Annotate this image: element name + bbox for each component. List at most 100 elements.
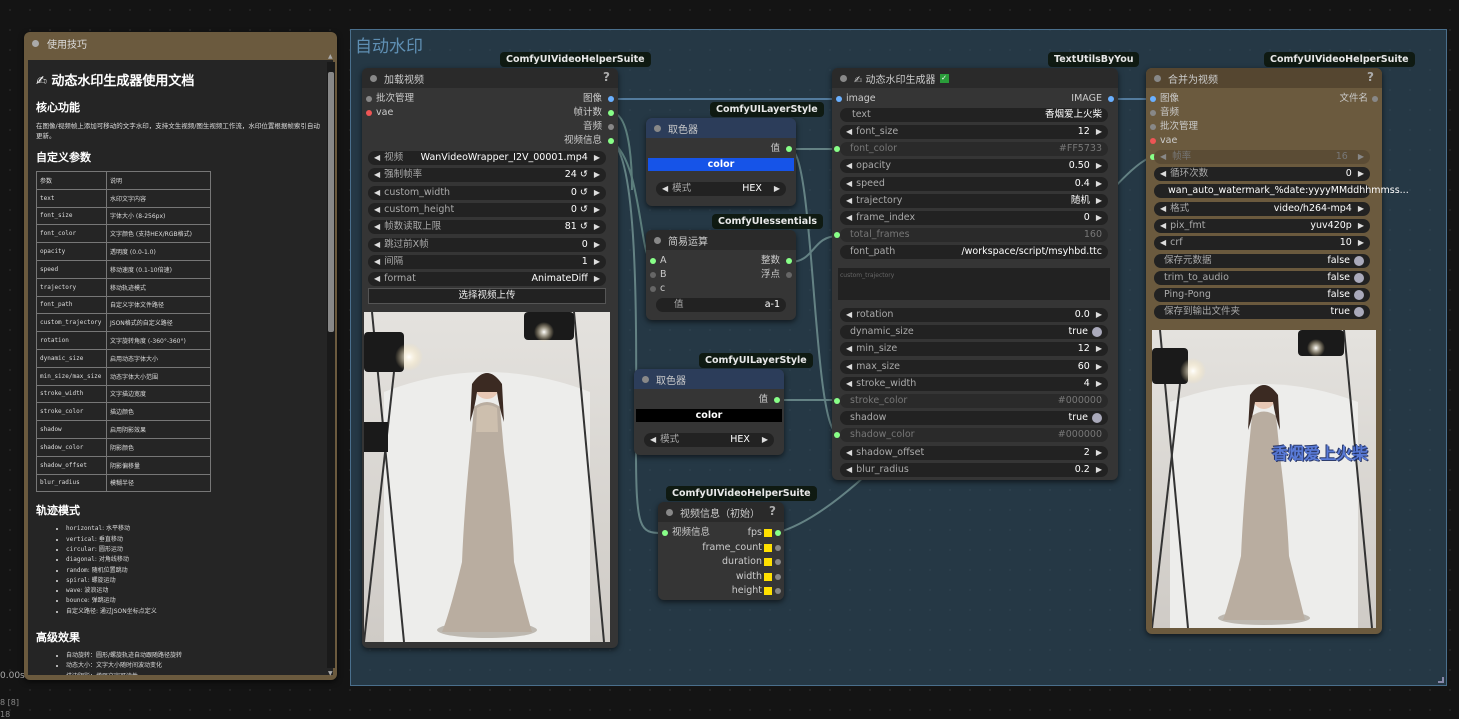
- arrow-right-icon[interactable]: ▶: [1096, 342, 1102, 356]
- arrow-left-icon[interactable]: ◀: [1160, 150, 1166, 164]
- arrow-left-icon[interactable]: ◀: [374, 151, 380, 165]
- arrow-right-icon[interactable]: ▶: [594, 272, 600, 286]
- node-collapse-dot[interactable]: [654, 236, 661, 244]
- mode-select[interactable]: ◀ 模式 HEX ▶: [656, 182, 786, 196]
- output-port[interactable]: [775, 544, 781, 551]
- arrow-left-icon[interactable]: ◀: [374, 168, 380, 182]
- arrow-right-icon[interactable]: ▶: [1096, 125, 1102, 139]
- usage-tips-node[interactable]: 使用技巧 ✍ 动态水印生成器使用文档 核心功能 在图像/视频帧上添加可移动的文字…: [24, 32, 337, 680]
- widget-widgets_b-9[interactable]: ◀ blur_radius 0.2 ▶: [840, 462, 1108, 477]
- arrow-right-icon[interactable]: ▶: [1096, 446, 1102, 460]
- arrow-left-icon[interactable]: ◀: [374, 220, 380, 234]
- arrow-left-icon[interactable]: ◀: [1160, 202, 1166, 216]
- image-output-port[interactable]: [1108, 96, 1114, 102]
- output-port[interactable]: [608, 124, 614, 130]
- output-port[interactable]: [775, 588, 781, 594]
- output-port[interactable]: [608, 110, 614, 116]
- widget-input-port[interactable]: [834, 146, 840, 153]
- arrow-left-icon[interactable]: ◀: [846, 211, 852, 225]
- toggle-icon[interactable]: [1354, 255, 1364, 266]
- widget-5[interactable]: 保存元数据 false: [1154, 253, 1370, 268]
- help-icon[interactable]: ?: [603, 70, 610, 84]
- toggle-icon[interactable]: [1092, 327, 1102, 338]
- input-port[interactable]: [1150, 110, 1156, 116]
- widget-widgets_b-1[interactable]: dynamic_size true: [840, 325, 1108, 340]
- arrow-left-icon[interactable]: ◀: [374, 238, 380, 252]
- scroll-up-icon[interactable]: ▲: [328, 53, 333, 60]
- expression-field[interactable]: 值 a-1: [656, 298, 786, 312]
- widget-5[interactable]: ◀ 跳过前X帧 0 ▶: [368, 237, 606, 252]
- custom-trajectory-textarea[interactable]: custom_trajectory: [838, 268, 1110, 300]
- widget-widgets_b-8[interactable]: ◀ shadow_offset 2 ▶: [840, 445, 1108, 460]
- arrow-left-icon[interactable]: ◀: [846, 463, 852, 477]
- filename-output-port[interactable]: [1372, 96, 1378, 102]
- node-collapse-dot[interactable]: [840, 74, 847, 82]
- widget-2[interactable]: ◀ 格式 video/h264-mp4 ▶: [1154, 201, 1370, 216]
- arrow-left-icon[interactable]: ◀: [846, 177, 852, 191]
- arrow-right-icon[interactable]: ▶: [1358, 219, 1364, 233]
- widget-1[interactable]: wan_auto_watermark_%date:yyyyMMddhhmmss.…: [1154, 184, 1409, 199]
- widget-widgets_a-5[interactable]: ◀ frame_index 0 ▶: [840, 211, 1108, 225]
- widget-0[interactable]: ◀ 循环次数 0 ▶: [1154, 167, 1370, 181]
- node-collapse-dot[interactable]: [1154, 74, 1161, 82]
- widget-7[interactable]: Ping-Pong false: [1154, 288, 1370, 303]
- widget-widgets_a-2[interactable]: ◀ opacity 0.50 ▶: [840, 159, 1108, 174]
- arrow-right-icon[interactable]: ▶: [774, 182, 780, 196]
- arrow-left-icon[interactable]: ◀: [846, 446, 852, 460]
- widget-2[interactable]: ◀ custom_width 0 ↺ ▶: [368, 185, 606, 200]
- widget-6[interactable]: trim_to_audio false: [1154, 270, 1370, 285]
- node-collapse-dot[interactable]: [32, 39, 39, 47]
- arrow-left-icon[interactable]: ◀: [846, 308, 852, 322]
- input-port-a[interactable]: [650, 258, 656, 264]
- arrow-right-icon[interactable]: ▶: [1358, 236, 1364, 250]
- text-field[interactable]: text 香烟爱上火柴: [840, 108, 1108, 122]
- arrow-left-icon[interactable]: ◀: [374, 255, 380, 269]
- arrow-left-icon[interactable]: ◀: [1160, 167, 1166, 181]
- widget-widgets_a-7[interactable]: font_path/workspace/script/msyhbd.ttc: [840, 245, 1108, 260]
- arrow-left-icon[interactable]: ◀: [846, 125, 852, 139]
- input-port-c[interactable]: [650, 286, 656, 292]
- help-icon[interactable]: ?: [1367, 70, 1374, 84]
- color-swatch[interactable]: color: [648, 158, 794, 171]
- group-title[interactable]: 自动水印: [355, 32, 423, 57]
- arrow-left-icon[interactable]: ◀: [846, 360, 852, 374]
- widget-4[interactable]: ◀ crf 10 ▶: [1154, 236, 1370, 251]
- output-port[interactable]: [775, 559, 781, 565]
- load-video-node[interactable]: 加载视频? 批次管理 vae 图像 帧计数 音频 视频信息 ◀ 视频 WanVideoWrap…: [362, 68, 618, 648]
- input-port-b[interactable]: [650, 272, 656, 278]
- arrow-left-icon[interactable]: ◀: [846, 159, 852, 173]
- dynamic-watermark-node[interactable]: ✍ 动态水印生成器 ✓ image IMAGE text 香烟爱上火柴 ◀ font_…: [832, 68, 1118, 480]
- arrow-right-icon[interactable]: ▶: [594, 255, 600, 269]
- input-port[interactable]: [1150, 96, 1156, 102]
- simple-math-node[interactable]: 简易运算 A B c 整数 浮点 值 a-1: [646, 230, 796, 320]
- widget-widgets_b-6[interactable]: shadow true: [840, 411, 1108, 426]
- toggle-icon[interactable]: [1354, 272, 1364, 283]
- output-port[interactable]: [775, 573, 781, 580]
- widget-widgets_a-1[interactable]: font_color #FF5733: [834, 142, 1108, 157]
- arrow-right-icon[interactable]: ▶: [1096, 159, 1102, 173]
- arrow-right-icon[interactable]: ▶: [1096, 308, 1102, 322]
- arrow-left-icon[interactable]: ◀: [650, 433, 656, 447]
- widget-widgets_a-3[interactable]: ◀ speed 0.4 ▶: [840, 176, 1108, 191]
- output-port-int[interactable]: [786, 258, 792, 264]
- arrow-right-icon[interactable]: ▶: [594, 203, 600, 217]
- arrow-left-icon[interactable]: ◀: [846, 194, 852, 208]
- widget-4[interactable]: ◀ 帧数读取上限 81 ↺ ▶: [368, 220, 606, 235]
- widget-input-port[interactable]: [834, 398, 840, 404]
- input-port[interactable]: [1150, 138, 1156, 144]
- widget-3[interactable]: ◀ pix_fmt yuv420p ▶: [1154, 218, 1370, 233]
- output-port-float[interactable]: [786, 272, 792, 278]
- arrow-right-icon[interactable]: ▶: [594, 238, 600, 252]
- doc-scrollbar[interactable]: ▲ ▼: [327, 53, 335, 677]
- arrow-right-icon[interactable]: ▶: [594, 151, 600, 165]
- video-info-node[interactable]: 视频信息（初始）? 视频信息 fps frame_count duration wid…: [658, 502, 784, 600]
- arrow-right-icon[interactable]: ▶: [1358, 167, 1364, 181]
- output-port[interactable]: [608, 138, 614, 144]
- input-port[interactable]: [1150, 124, 1156, 130]
- arrow-right-icon[interactable]: ▶: [1358, 150, 1364, 164]
- scrollbar-thumb[interactable]: [328, 72, 334, 332]
- toggle-icon[interactable]: [1354, 307, 1364, 318]
- widget-1[interactable]: ◀ 强制帧率 24 ↺ ▶: [368, 168, 606, 183]
- node-collapse-dot[interactable]: [654, 124, 661, 132]
- widget-widgets_b-4[interactable]: ◀ stroke_width 4 ▶: [840, 376, 1108, 391]
